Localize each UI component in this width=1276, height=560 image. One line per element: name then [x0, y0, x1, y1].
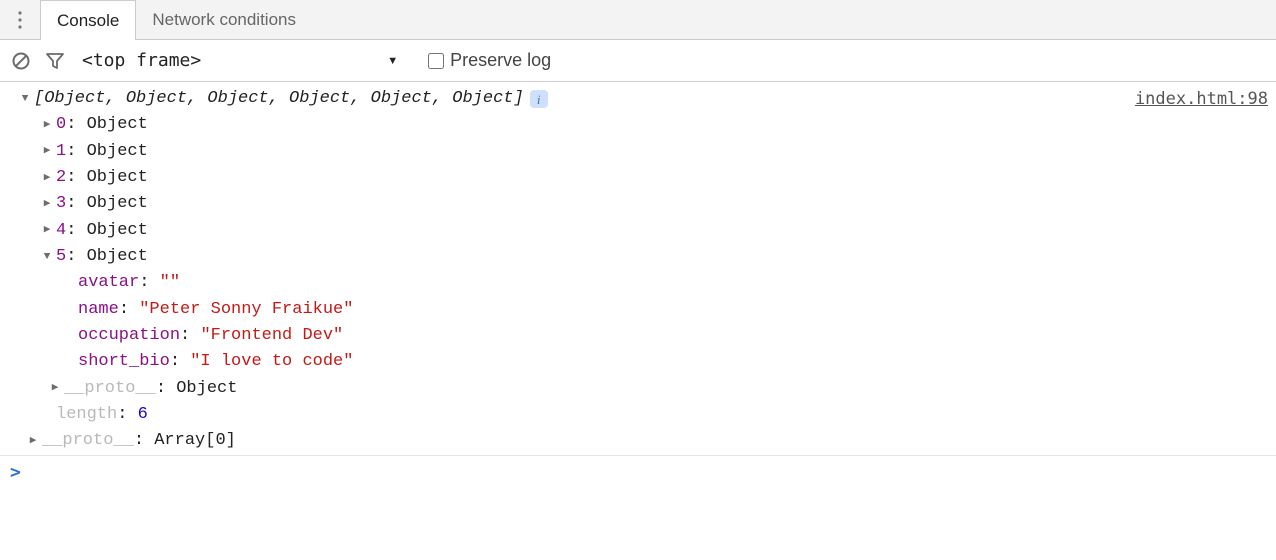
tab-console[interactable]: Console: [40, 0, 136, 40]
expand-toggle-icon[interactable]: ▶: [40, 196, 54, 213]
prop-key: short_bio: [78, 349, 170, 375]
prop-value: "Frontend Dev": [200, 323, 343, 349]
array-item-type: Object: [87, 218, 148, 244]
array-summary-row[interactable]: ▼ [Object, Object, Object, Object, Objec…: [18, 86, 1135, 112]
array-summary-text: [Object, Object, Object, Object, Object,…: [34, 86, 524, 112]
expand-toggle-icon[interactable]: ▶: [26, 433, 40, 450]
expand-toggle-icon[interactable]: ▶: [40, 143, 54, 160]
expand-toggle-icon[interactable]: ▶: [40, 117, 54, 134]
array-index: 5: [56, 244, 66, 270]
prop-value: "": [160, 270, 180, 296]
expand-toggle-icon[interactable]: ▶: [40, 170, 54, 187]
array-index: 3: [56, 191, 66, 217]
prop-key: avatar: [78, 270, 139, 296]
array-index: 0: [56, 112, 66, 138]
array-item-type: Object: [87, 165, 148, 191]
prop-key: occupation: [78, 323, 180, 349]
array-item-row-expanded[interactable]: ▼ 5: Object: [18, 244, 1135, 270]
console-prompt[interactable]: >: [0, 455, 1276, 489]
source-link[interactable]: index.html:98: [1135, 86, 1270, 112]
proto-key: __proto__: [64, 376, 156, 402]
length-row[interactable]: ▶ length: 6: [18, 402, 1135, 428]
array-item-row[interactable]: ▶ 1: Object: [18, 139, 1135, 165]
outer-proto-row[interactable]: ▶ __proto__: Array[0]: [18, 428, 1135, 454]
prop-key: name: [78, 297, 119, 323]
tab-console-label: Console: [57, 11, 119, 31]
proto-key: __proto__: [42, 428, 134, 454]
array-item-row[interactable]: ▶ 2: Object: [18, 165, 1135, 191]
prompt-caret-icon: >: [10, 462, 21, 483]
console-output: ▼ [Object, Object, Object, Object, Objec…: [0, 82, 1276, 455]
expand-toggle-icon[interactable]: ▶: [40, 222, 54, 239]
array-item-row[interactable]: ▶ 0: Object: [18, 112, 1135, 138]
execution-context-label: <top frame>: [82, 50, 201, 71]
expand-toggle-icon[interactable]: ▼: [18, 91, 32, 108]
object-property-row[interactable]: ▶ avatar: "": [18, 270, 1135, 296]
array-item-type: Object: [87, 244, 148, 270]
expand-toggle-icon[interactable]: ▼: [40, 249, 54, 266]
length-key: length: [56, 402, 117, 428]
array-item-type: Object: [87, 139, 148, 165]
proto-row[interactable]: ▶ __proto__: Object: [18, 376, 1135, 402]
proto-value: Object: [176, 376, 237, 402]
more-icon[interactable]: [0, 0, 40, 39]
array-item-type: Object: [87, 112, 148, 138]
tab-network-conditions-label: Network conditions: [152, 10, 296, 30]
object-property-row[interactable]: ▶ occupation: "Frontend Dev": [18, 323, 1135, 349]
console-toolbar: <top frame> ▼ Preserve log: [0, 40, 1276, 82]
array-index: 2: [56, 165, 66, 191]
execution-context-select[interactable]: <top frame> ▼: [76, 48, 404, 73]
filter-icon[interactable]: [42, 48, 68, 74]
tab-network-conditions[interactable]: Network conditions: [136, 0, 312, 39]
array-item-row[interactable]: ▶ 4: Object: [18, 218, 1135, 244]
proto-value: Array[0]: [154, 428, 236, 454]
prop-value: "I love to code": [190, 349, 353, 375]
array-index: 1: [56, 139, 66, 165]
array-index: 4: [56, 218, 66, 244]
preserve-log-option[interactable]: Preserve log: [428, 50, 551, 71]
preserve-log-label: Preserve log: [450, 50, 551, 71]
prop-value: "Peter Sonny Fraikue": [139, 297, 353, 323]
object-property-row[interactable]: ▶ name: "Peter Sonny Fraikue": [18, 297, 1135, 323]
chevron-down-icon: ▼: [387, 55, 398, 67]
object-property-row[interactable]: ▶ short_bio: "I love to code": [18, 349, 1135, 375]
preserve-log-checkbox[interactable]: [428, 53, 444, 69]
info-icon[interactable]: i: [530, 90, 548, 108]
console-log-entry: ▼ [Object, Object, Object, Object, Objec…: [18, 86, 1276, 455]
devtools-tabbar: Console Network conditions: [0, 0, 1276, 40]
array-item-type: Object: [87, 191, 148, 217]
length-value: 6: [138, 402, 148, 428]
clear-console-icon[interactable]: [8, 48, 34, 74]
array-item-row[interactable]: ▶ 3: Object: [18, 191, 1135, 217]
expand-toggle-icon[interactable]: ▶: [48, 380, 62, 397]
